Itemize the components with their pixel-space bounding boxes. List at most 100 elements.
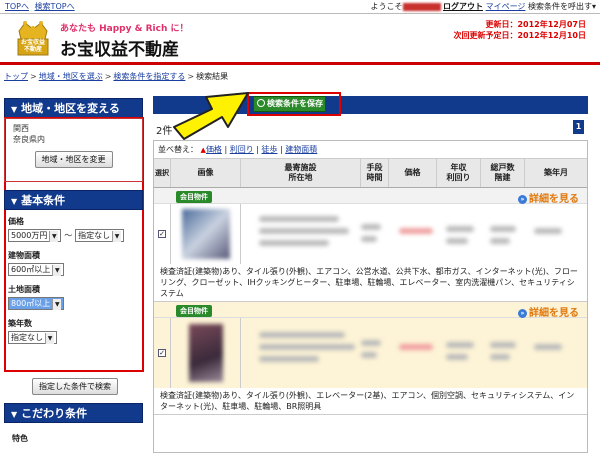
property-photo[interactable] bbox=[171, 204, 241, 264]
area-heading: ▼ 地域・地区を変える bbox=[4, 98, 143, 118]
sort-walk[interactable]: 徒歩 bbox=[262, 145, 278, 154]
age-select[interactable]: 指定なし ▼ bbox=[8, 331, 57, 344]
area-prefecture: 奈良県内 bbox=[13, 135, 45, 144]
breadcrumb-sep: > bbox=[187, 72, 195, 81]
breadcrumb-sep: > bbox=[30, 72, 37, 81]
save-highlight-frame bbox=[247, 92, 341, 116]
chevron-down-icon: ▼ bbox=[52, 265, 62, 276]
arrow-circle-icon: » bbox=[518, 194, 527, 204]
breadcrumb-top[interactable]: トップ bbox=[4, 72, 28, 81]
col-built: 築年月 bbox=[544, 168, 568, 177]
price-min-select[interactable]: 5000万円 ▼ bbox=[8, 229, 62, 242]
breadcrumb-conditions[interactable]: 検索条件を指定する bbox=[113, 72, 185, 81]
land-area-select[interactable]: 800㎡以上 ▼ bbox=[8, 297, 65, 310]
chevron-down-icon: ▼ bbox=[52, 299, 62, 310]
member-badge: 会目物件 bbox=[176, 191, 212, 203]
col-location: 最寄施設 所在地 bbox=[241, 159, 361, 187]
next-update-date: 次回更新予定日：2012年12月10日 bbox=[453, 31, 586, 40]
table-row: 会目物件 » 詳細を見る ✓ 検査済証(建築物)あり、タイル張り(外観)、エアコン… bbox=[154, 188, 587, 302]
blurred-image bbox=[181, 209, 230, 259]
change-area-button[interactable]: 地域・地区を変更 bbox=[34, 151, 113, 168]
col-transport: 手段 時間 bbox=[361, 159, 389, 187]
age-value: 指定なし bbox=[11, 333, 43, 342]
redacted-details bbox=[241, 204, 587, 264]
page-number[interactable]: 1 bbox=[573, 120, 584, 134]
price-separator: 〜 bbox=[64, 231, 73, 240]
land-area-label: 土地面積 bbox=[8, 285, 40, 294]
area-box: 関西 奈良県内 地域・地区を変更 bbox=[4, 118, 143, 182]
age-label: 築年数 bbox=[8, 319, 32, 328]
redacted-details bbox=[241, 318, 587, 388]
mypage-link[interactable]: マイページ bbox=[486, 2, 526, 11]
record-features: 検査済証(建築物)あり、タイル張り(外観)、エアコン、公営水道、公共下水、都市ガ… bbox=[160, 267, 578, 298]
blurred-image bbox=[188, 324, 223, 382]
welcome-text: ようこそ bbox=[370, 2, 403, 11]
sort-building-area[interactable]: 建物面積 bbox=[285, 145, 317, 154]
breadcrumb-area[interactable]: 地域・地区を選ぶ bbox=[39, 72, 103, 81]
update-dates: 更新日：2012年12月07日 次回更新予定日：2012年12月10日 bbox=[453, 19, 586, 41]
sort-price[interactable]: 価格 bbox=[206, 145, 222, 154]
record-bar: 会目物件 » 詳細を見る bbox=[154, 188, 587, 205]
redacted-username bbox=[402, 2, 441, 11]
member-badge: 会目物件 bbox=[176, 305, 212, 317]
price-max-select[interactable]: 指定なし ▼ bbox=[75, 229, 125, 242]
breadcrumb-current: 検索結果 bbox=[196, 72, 229, 81]
record-bar: 会目物件 » 詳細を見る bbox=[154, 302, 587, 319]
sort-row: 並べ替え： ▲価格 | 利回り | 徒歩 | 建物面積 bbox=[154, 141, 587, 159]
area-heading-text: 地域・地区を変える bbox=[21, 102, 120, 115]
search-top-link[interactable]: 検索TOPへ bbox=[35, 2, 75, 11]
area-region: 関西 bbox=[13, 124, 29, 133]
header-divider bbox=[0, 62, 600, 65]
breadcrumb: トップ > 地域・地区を選ぶ > 検索条件を指定する > 検索結果 bbox=[4, 71, 228, 82]
select-checkbox[interactable]: ✓ bbox=[154, 204, 171, 264]
land-area-value: 800㎡以上 bbox=[11, 299, 51, 308]
arrow-circle-icon: » bbox=[518, 308, 527, 318]
triangle-down-icon: ▼ bbox=[11, 105, 18, 114]
col-select: 選択 bbox=[154, 159, 171, 187]
basic-heading-text: 基本条件 bbox=[21, 194, 66, 207]
updated-date: 更新日：2012年12月07日 bbox=[485, 20, 586, 29]
basic-heading: ▼ 基本条件 bbox=[4, 190, 143, 210]
logo-label: お宝収益 不動産 bbox=[20, 39, 45, 53]
triangle-down-icon: ▼ bbox=[11, 410, 18, 419]
tagline: あなたも Happy & Rich に！ bbox=[60, 24, 189, 34]
tokushoku-label: 特色 bbox=[12, 434, 28, 443]
load-conditions-link[interactable]: 検索条件を呼出す▾ bbox=[528, 2, 596, 11]
chevron-down-icon: ▼ bbox=[112, 231, 122, 242]
col-yield: 年収 利回り bbox=[437, 159, 481, 187]
price-max-value: 指定なし bbox=[78, 231, 111, 240]
logout-link[interactable]: ログアウト bbox=[443, 2, 483, 11]
checkmark-icon: ✓ bbox=[158, 349, 166, 357]
col-units: 総戸数 階建 bbox=[481, 159, 525, 187]
results-table: 並べ替え： ▲価格 | 利回り | 徒歩 | 建物面積 選択 画像 最寄施設 所… bbox=[153, 140, 588, 453]
price-min-value: 5000万円 bbox=[11, 231, 48, 240]
result-count: 2件 bbox=[156, 126, 173, 137]
brand-title[interactable]: お宝収益不動産 bbox=[60, 35, 179, 60]
basic-conditions: 価格 5000万円 ▼ 〜 指定なし ▼ 建物面積 600㎡以上 ▼ 土地面積 800… bbox=[8, 212, 138, 344]
building-area-label: 建物面積 bbox=[8, 251, 40, 260]
property-photo[interactable] bbox=[171, 318, 241, 388]
view-detail-link[interactable]: » 詳細を見る bbox=[518, 190, 579, 205]
col-price: 価格 bbox=[389, 159, 437, 187]
sort-label: 並べ替え： bbox=[158, 145, 198, 154]
view-detail-link[interactable]: » 詳細を見る bbox=[518, 304, 579, 319]
arrow-pointer-icon bbox=[173, 92, 249, 140]
price-label: 価格 bbox=[8, 217, 24, 226]
top-link[interactable]: TOPへ bbox=[5, 2, 29, 11]
table-header: 選択 画像 最寄施設 所在地 手段 時間 価格 年収 利回り 総戸数 階建 築年… bbox=[154, 159, 587, 188]
kodawari-heading: ▼ こだわり条件 bbox=[4, 403, 143, 423]
building-area-value: 600㎡以上 bbox=[11, 265, 51, 274]
select-checkbox[interactable]: ✓ bbox=[154, 318, 171, 388]
col-image: 画像 bbox=[171, 159, 241, 187]
triangle-down-icon: ▼ bbox=[11, 197, 18, 206]
sort-yield[interactable]: 利回り bbox=[230, 145, 254, 154]
kodawari-heading-text: こだわり条件 bbox=[21, 407, 88, 420]
breadcrumb-sep: > bbox=[104, 72, 112, 81]
search-with-conditions-button[interactable]: 指定した条件で検索 bbox=[32, 378, 118, 395]
chevron-down-icon: ▼ bbox=[49, 231, 59, 242]
checkmark-icon: ✓ bbox=[158, 230, 166, 238]
building-area-select[interactable]: 600㎡以上 ▼ bbox=[8, 263, 65, 276]
chevron-down-icon: ▼ bbox=[45, 333, 54, 344]
record-features: 検査済証(建築物)あり、タイル張り(外観)、エレベーター(2基)、エアコン、個別… bbox=[160, 391, 575, 411]
table-row: 会目物件 » 詳細を見る ✓ 検査済証(建築物)あり、タイル張り(外観)、エレベー… bbox=[154, 302, 587, 415]
